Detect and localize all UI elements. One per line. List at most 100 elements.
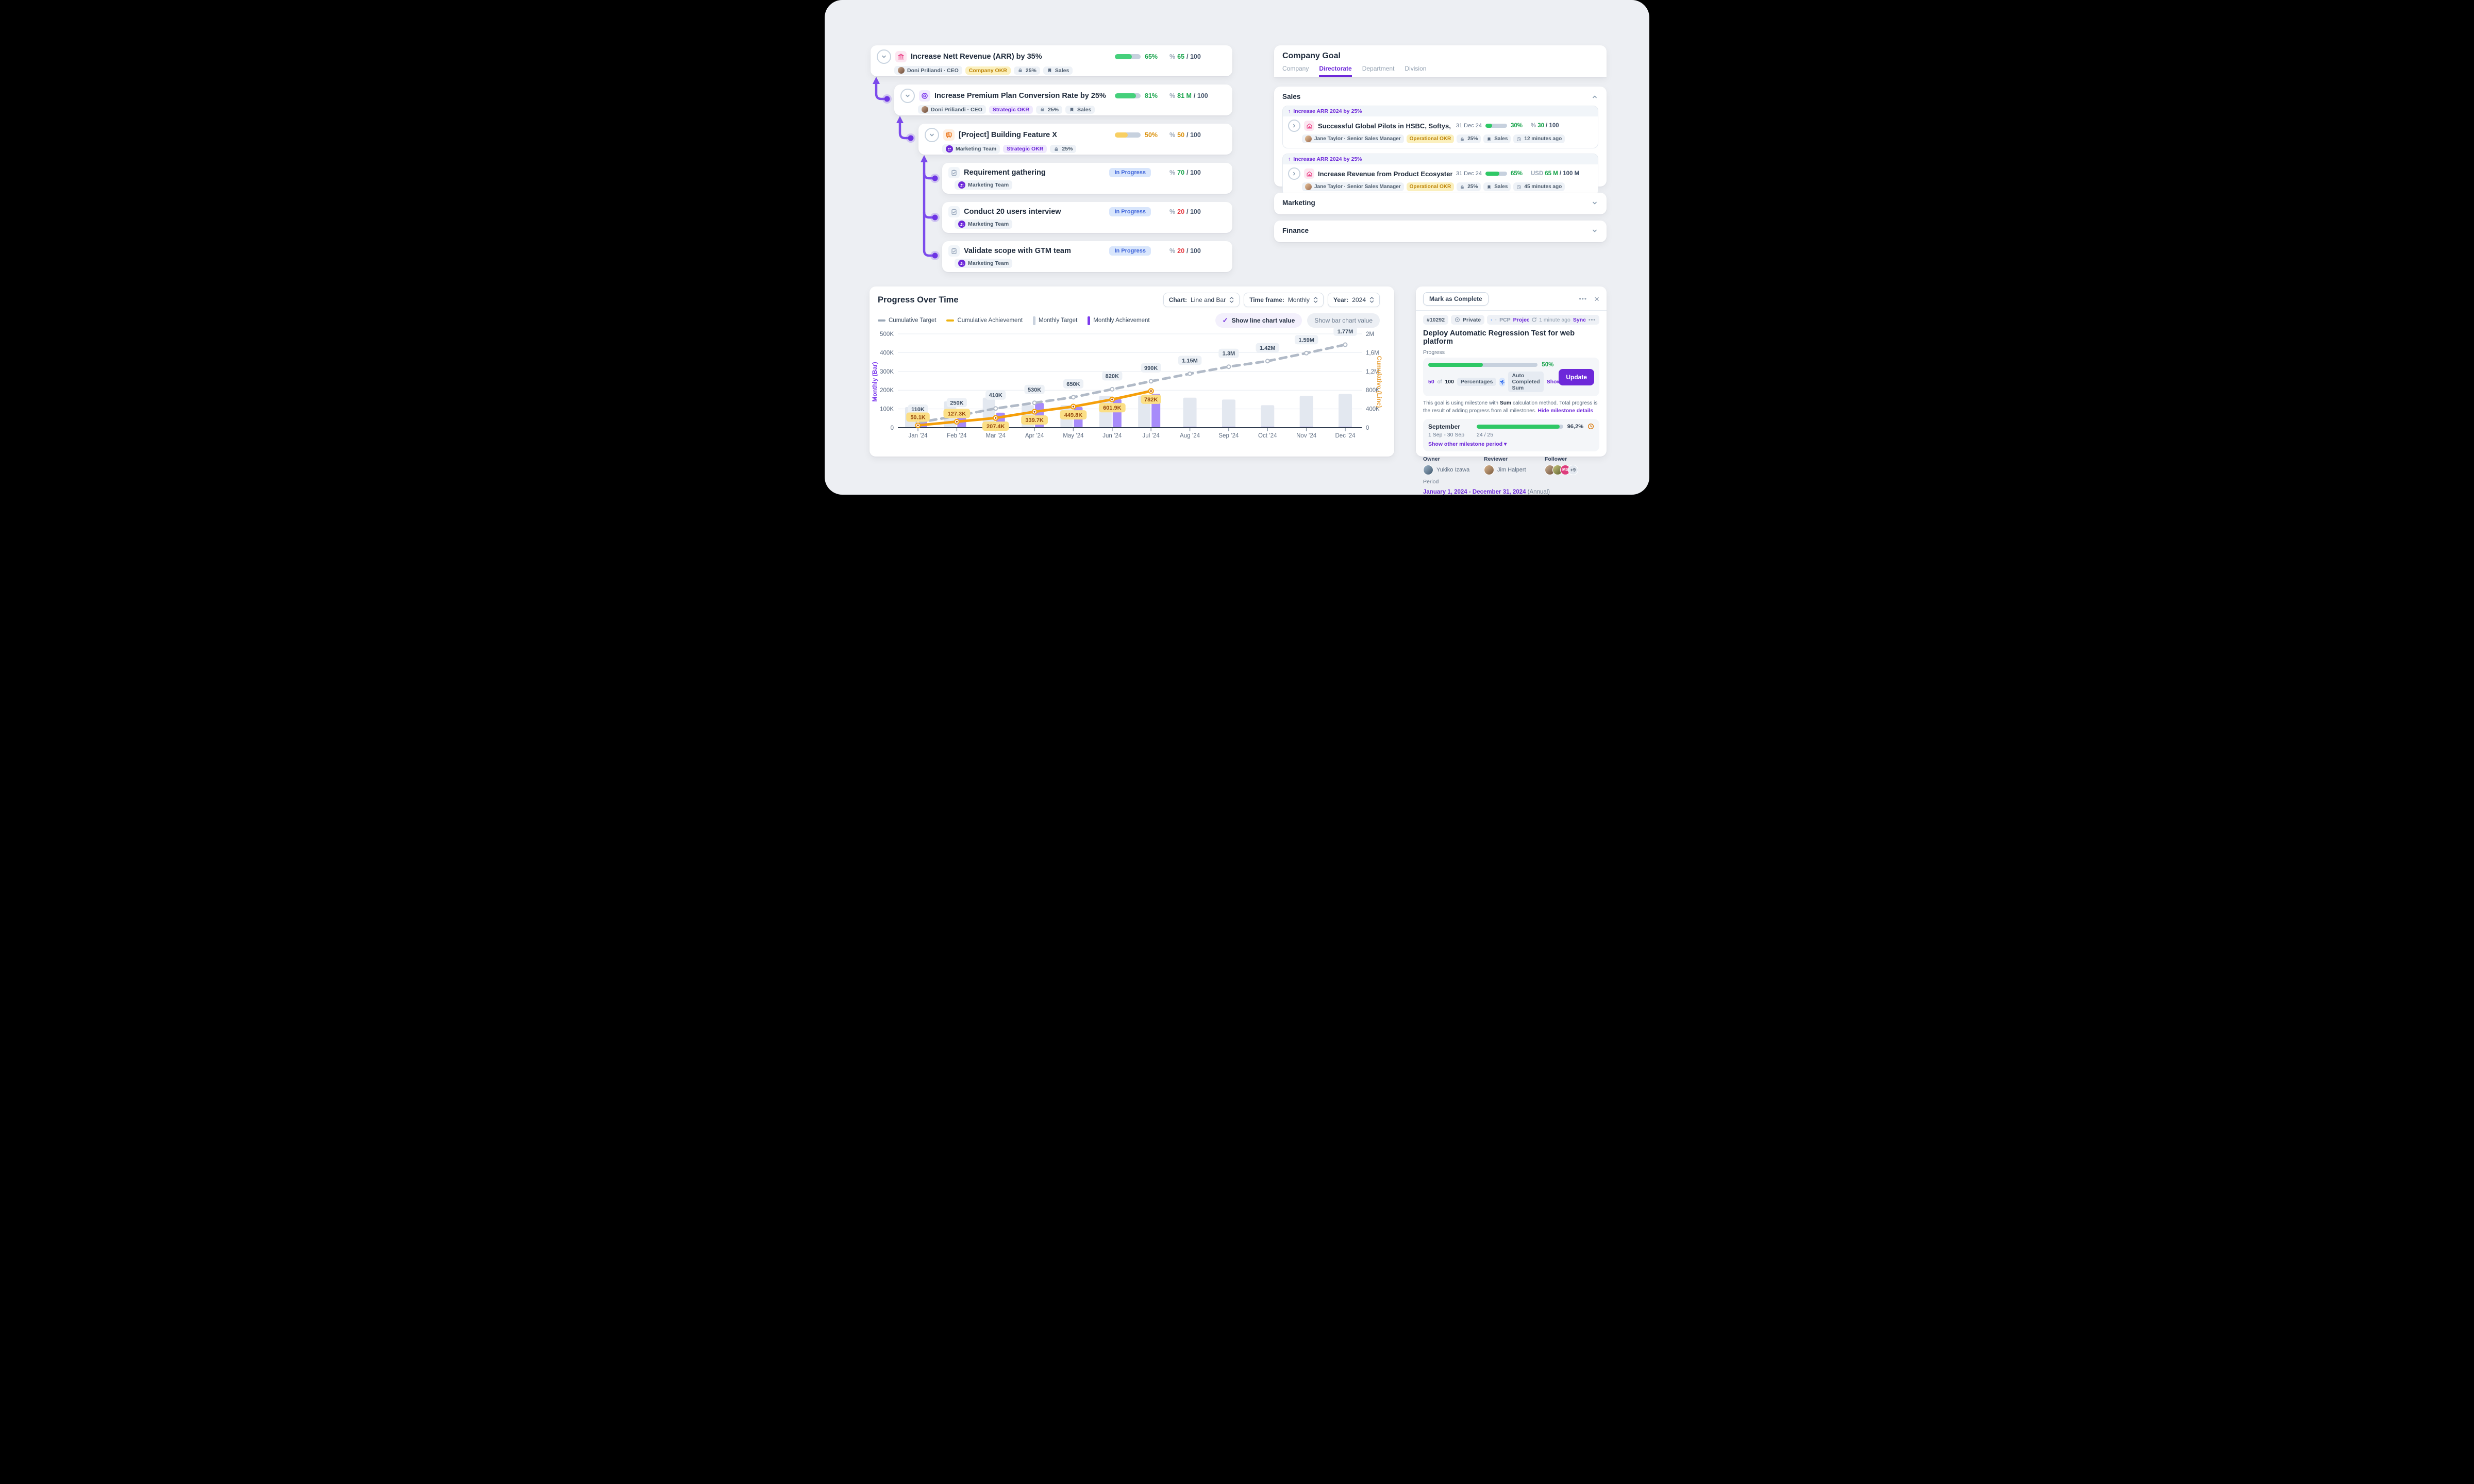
target-value: 100 — [1445, 379, 1454, 385]
weight-badge: 25% — [1050, 145, 1076, 153]
okr-type-badge: Operational OKR — [1407, 134, 1455, 143]
show-bar-values-toggle[interactable]: Show bar chart value — [1307, 313, 1380, 328]
status-badge: In Progress — [1109, 207, 1151, 216]
okr-card-strategic[interactable]: Increase Premium Plan Conversion Rate by… — [894, 85, 1232, 115]
period-range-link[interactable]: January 1, 2024 - December 31, 2024 — [1423, 489, 1526, 495]
svg-text:Cumulative (Line): Cumulative (Line) — [1376, 356, 1383, 408]
image-icon — [1495, 316, 1497, 323]
collapse-toggle[interactable] — [925, 128, 939, 142]
svg-text:0: 0 — [891, 425, 894, 431]
sort-chevrons-icon — [1313, 296, 1318, 303]
collapse-toggle[interactable] — [877, 49, 891, 64]
hide-milestone-link[interactable]: Hide milestone details — [1538, 408, 1594, 414]
expand-toggle[interactable] — [1288, 167, 1300, 180]
current-value: 50 — [1428, 379, 1434, 385]
method-badge: Auto Completed Sum — [1508, 372, 1543, 392]
mark-complete-button[interactable]: Mark as Complete — [1423, 292, 1489, 306]
svg-text:110K: 110K — [911, 407, 925, 413]
collapse-toggle[interactable] — [900, 89, 915, 103]
progress-percent: 65% — [1511, 171, 1527, 177]
svg-text:Apr ’24: Apr ’24 — [1025, 433, 1044, 439]
chevron-down-icon[interactable] — [1591, 227, 1598, 234]
sync-link[interactable]: Sync — [1573, 317, 1586, 323]
weight-badge: 25% — [1457, 182, 1481, 191]
section-header[interactable]: Sales — [1282, 93, 1598, 100]
progress-bar — [1485, 124, 1507, 128]
unit-badge: Percentages — [1457, 378, 1496, 386]
avatar — [1305, 136, 1312, 142]
section-name: Marketing — [1282, 199, 1315, 207]
clock-icon — [1516, 137, 1522, 142]
owner-badge[interactable]: Doni Priliandi · CEO — [894, 66, 962, 75]
progress-value: USD65 M/ 100 M — [1531, 171, 1593, 177]
update-button[interactable]: Update — [1559, 369, 1594, 385]
due-date: 31 Dec 24 — [1456, 123, 1482, 129]
weight-badge: 25% — [1457, 134, 1481, 143]
task-card-requirement[interactable]: Requirement gathering In Progress %70/ 1… — [942, 163, 1232, 194]
follower-overflow-badge[interactable]: +9 — [1568, 465, 1578, 475]
svg-text:2M: 2M — [1366, 331, 1374, 338]
svg-text:Jul ’24: Jul ’24 — [1143, 433, 1160, 439]
flag-icon — [1486, 137, 1492, 142]
progress-value: %70/ 100 — [1169, 169, 1225, 176]
avatar — [1423, 465, 1433, 475]
progress-value: %20/ 100 — [1169, 247, 1225, 255]
svg-text:1.77M: 1.77M — [1338, 329, 1353, 335]
clipboard-check-icon — [948, 206, 960, 217]
team-badge[interactable]: Marketing Team — [942, 144, 1000, 154]
owner-badge[interactable]: Jane Taylor · Senior Sales Manager — [1302, 182, 1404, 191]
chart-title: Progress Over Time — [878, 295, 1159, 305]
tab-department[interactable]: Department — [1362, 65, 1395, 77]
expand-toggle[interactable] — [1288, 120, 1300, 132]
svg-text:1.15M: 1.15M — [1182, 358, 1198, 364]
section-finance[interactable]: Finance — [1274, 221, 1607, 242]
tab-directorate[interactable]: Directorate — [1319, 65, 1351, 77]
owner-badge[interactable]: Doni Priliandi · CEO — [918, 105, 986, 114]
team-badge[interactable]: Marketing Team — [955, 180, 1012, 190]
tab-division[interactable]: Division — [1405, 65, 1426, 77]
show-line-values-toggle[interactable]: ✓Show line chart value — [1215, 313, 1302, 328]
goal-row-ecosystem[interactable]: ↑Increase ARR 2024 by 25% Increase Reven… — [1282, 154, 1598, 196]
close-icon[interactable]: × — [1594, 295, 1599, 303]
task-card-interview[interactable]: Conduct 20 users interview In Progress %… — [942, 202, 1232, 233]
project-badge[interactable]: PCP Project Curcuma Plus 1 minute ago Sy… — [1487, 315, 1599, 325]
more-menu-icon[interactable]: ••• — [1579, 295, 1587, 302]
period-value: January 1, 2024 - December 31, 2024 (Ann… — [1423, 489, 1599, 495]
home-chart-icon — [1304, 168, 1314, 179]
department-badge: Sales — [1043, 66, 1073, 75]
team-badge[interactable]: Marketing Team — [955, 259, 1012, 268]
progress-bar — [1115, 132, 1141, 138]
owner-badge[interactable]: Jane Taylor · Senior Sales Manager — [1302, 134, 1404, 143]
task-card-validate[interactable]: Validate scope with GTM team In Progress… — [942, 241, 1232, 272]
svg-text:Sep ’24: Sep ’24 — [1218, 433, 1239, 439]
chevron-down-icon[interactable] — [1591, 199, 1598, 207]
more-menu-icon[interactable]: ••• — [1589, 317, 1596, 323]
goal-row-pilots[interactable]: ↑Increase ARR 2024 by 25% Successful Glo… — [1282, 106, 1598, 148]
okr-card-project[interactable]: [Project] Building Feature X 50% %50/ 10… — [918, 124, 1232, 155]
project-name[interactable]: Project Curcuma Plus — [1513, 317, 1529, 323]
show-milestones-link[interactable]: Show other milestone period ▾ — [1428, 441, 1594, 447]
owner-column: Owner Yukiko Izawa — [1423, 456, 1484, 475]
reviewer-name: Jim Halpert — [1497, 467, 1526, 473]
reviewer-column: Reviewer Jim Halpert — [1484, 456, 1545, 475]
tab-company[interactable]: Company — [1282, 65, 1309, 77]
okr-card-company[interactable]: Increase Nett Revenue (ARR) by 35% 65% %… — [871, 45, 1232, 76]
milestone-note: This goal is using milestone with Sum ca… — [1423, 400, 1599, 415]
svg-text:500K: 500K — [880, 331, 894, 338]
owner-name: Yukiko Izawa — [1436, 467, 1469, 473]
target-icon — [919, 90, 930, 102]
team-avatar — [958, 260, 965, 267]
timeframe-select[interactable]: Time frame:Monthly — [1244, 293, 1324, 307]
section-name: Sales — [1282, 93, 1300, 100]
chevron-up-icon[interactable] — [1591, 93, 1598, 100]
year-select[interactable]: Year:2024 — [1328, 293, 1380, 307]
due-date: 31 Dec 24 — [1456, 171, 1482, 177]
team-badge[interactable]: Marketing Team — [955, 220, 1012, 229]
legend-monthly-achievement: Monthly Achievement — [1088, 316, 1149, 325]
section-marketing[interactable]: Marketing — [1274, 193, 1607, 214]
goal-title: Increase Revenue from Product Ecosystem … — [1318, 170, 1452, 178]
chart-type-select[interactable]: Chart:Line and Bar — [1163, 293, 1240, 307]
goal-level-tabs: Company Directorate Department Division — [1282, 65, 1598, 77]
project-code: PCP — [1499, 317, 1511, 323]
weight-icon — [1460, 137, 1465, 142]
